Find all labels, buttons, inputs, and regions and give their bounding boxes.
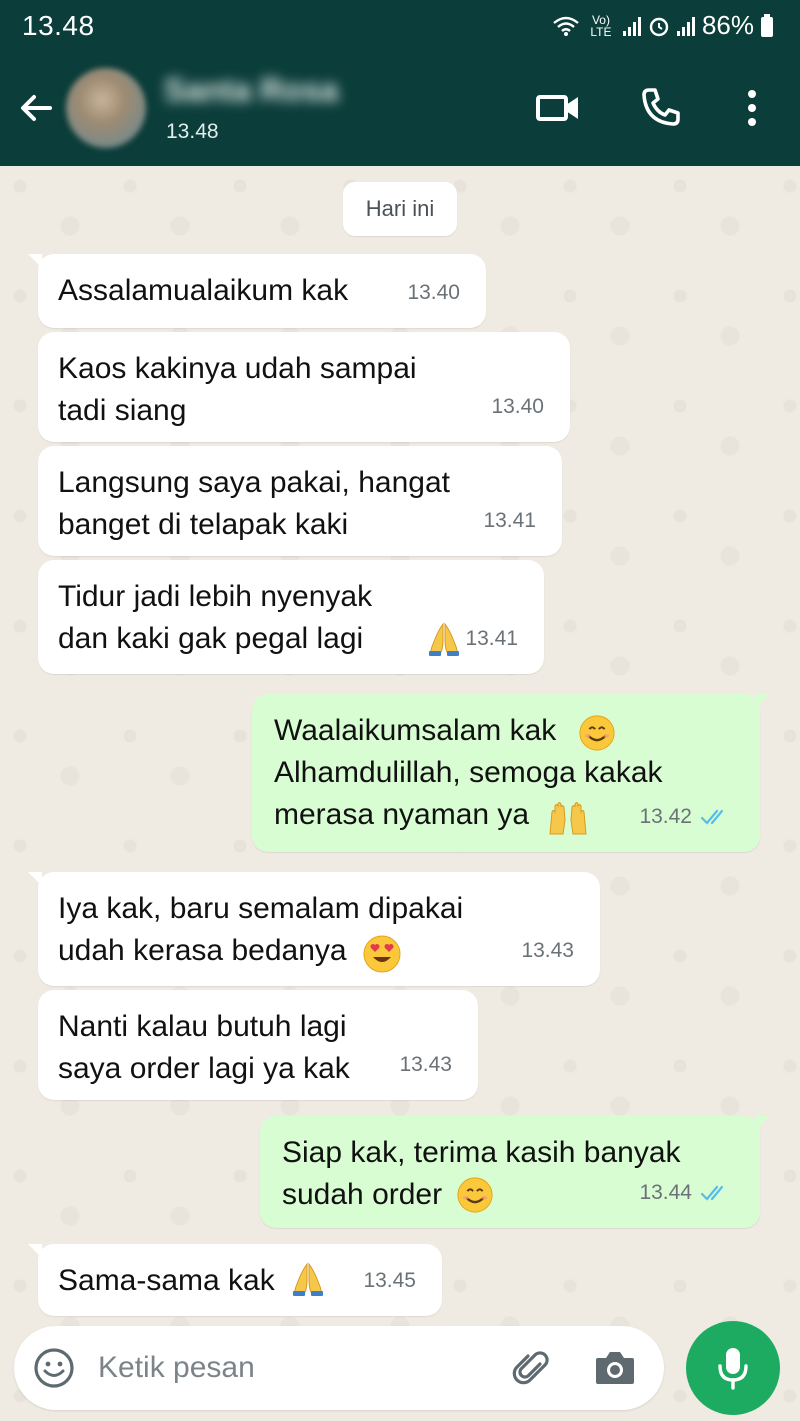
message-time: 13.44 <box>639 1172 734 1214</box>
incoming-message[interactable]: Assalamualaikum kak 13.40 <box>28 254 486 328</box>
date-chip: Hari ini <box>343 182 457 236</box>
read-ticks-icon <box>700 807 734 827</box>
folded-hands-emoji-icon <box>424 618 464 658</box>
smiling-face-emoji-icon <box>578 714 616 752</box>
avatar[interactable] <box>66 68 146 148</box>
message-text: Nanti kalau butuh lagi saya order lagi y… <box>58 1010 350 1085</box>
video-call-icon[interactable] <box>534 84 582 132</box>
signal-icon-2 <box>676 16 695 36</box>
message-composer <box>14 1326 664 1410</box>
status-time: 13.48 <box>22 10 95 41</box>
message-text: Iya kak, baru semalam dipakai udah keras… <box>58 892 464 967</box>
emoji-icon[interactable] <box>32 1346 76 1390</box>
message-text: Sama-sama kak <box>58 1264 275 1297</box>
mic-icon <box>718 1348 748 1390</box>
attach-icon[interactable] <box>510 1346 554 1390</box>
alarm-icon <box>649 17 669 36</box>
message-text: Langsung saya pakai, hangat banget di te… <box>58 466 450 541</box>
time-label: 13.45 <box>363 1269 416 1292</box>
message-text: Tidur jadi lebih nyenyak dan kaki gak pe… <box>58 580 373 655</box>
incoming-message[interactable]: Tidur jadi lebih nyenyak dan kaki gak pe… <box>38 560 544 674</box>
status-bar: 13.48 Vo) LTE 86% <box>0 0 800 50</box>
outgoing-message[interactable]: Waalaikumsalam kak Alhamdulillah, semoga… <box>252 694 770 852</box>
chat-header: Santa Rosa 13.48 <box>0 50 800 166</box>
bubble-tail <box>756 694 770 708</box>
incoming-message[interactable]: Iya kak, baru semalam dipakai udah keras… <box>28 872 600 986</box>
signal-icon <box>622 16 641 36</box>
last-seen: 13.48 <box>166 120 219 143</box>
message-time: 13.41 <box>483 500 536 542</box>
back-arrow-icon[interactable] <box>16 88 56 128</box>
time-label: 13.43 <box>521 939 574 962</box>
incoming-message[interactable]: Langsung saya pakai, hangat banget di te… <box>38 446 562 556</box>
bubble-tail <box>28 254 42 268</box>
time-label: 13.40 <box>407 281 460 304</box>
message-time: 13.41 <box>465 618 518 660</box>
incoming-message[interactable]: Kaos kakinya udah sampai tadi siang 13.4… <box>38 332 570 442</box>
message-time: 13.45 <box>363 1260 416 1302</box>
battery-percent: 86% <box>701 10 754 40</box>
mic-button[interactable] <box>686 1321 780 1415</box>
message-time: 13.43 <box>399 1044 452 1086</box>
voice-call-icon[interactable] <box>636 84 684 132</box>
message-time: 13.43 <box>521 930 574 972</box>
message-time: 13.40 <box>491 386 544 428</box>
contact-name[interactable]: Santa Rosa <box>164 72 338 109</box>
camera-icon[interactable] <box>592 1346 638 1390</box>
time-label: 13.44 <box>639 1181 692 1204</box>
read-ticks-icon <box>700 1183 734 1203</box>
time-label: 13.43 <box>399 1053 452 1076</box>
time-label: 13.41 <box>483 509 536 532</box>
incoming-message[interactable]: Sama-sama kak 13.45 <box>28 1244 442 1316</box>
bubble-tail <box>756 1116 770 1130</box>
folded-hands-emoji-icon <box>288 1258 328 1298</box>
time-label: 13.42 <box>639 805 692 828</box>
outgoing-message[interactable]: Siap kak, terima kasih banyak sudah orde… <box>260 1116 770 1228</box>
message-text: Kaos kakinya udah sampai tadi siang <box>58 352 417 427</box>
time-label: 13.40 <box>491 395 544 418</box>
bubble-tail <box>28 872 42 886</box>
message-text: Assalamualaikum kak <box>58 274 349 307</box>
status-icons: Vo) LTE 86% <box>552 10 774 41</box>
heart-eyes-emoji-icon <box>362 934 402 974</box>
battery-icon <box>761 13 773 37</box>
time-label: 13.41 <box>465 627 518 650</box>
network-label: Vo) LTE <box>590 12 612 39</box>
wifi-icon <box>553 16 579 36</box>
message-time: 13.42 <box>639 796 734 838</box>
message-input[interactable] <box>98 1344 478 1392</box>
bubble-tail <box>28 1244 42 1258</box>
incoming-message[interactable]: Nanti kalau butuh lagi saya order lagi y… <box>38 990 478 1100</box>
raising-hands-emoji-icon <box>546 798 590 838</box>
smiling-face-emoji-icon <box>456 1176 494 1214</box>
more-options-icon[interactable] <box>728 84 776 132</box>
message-time: 13.40 <box>407 272 460 314</box>
chat-area[interactable]: Hari ini Assalamualaikum kak 13.40 Kaos … <box>0 166 800 1421</box>
